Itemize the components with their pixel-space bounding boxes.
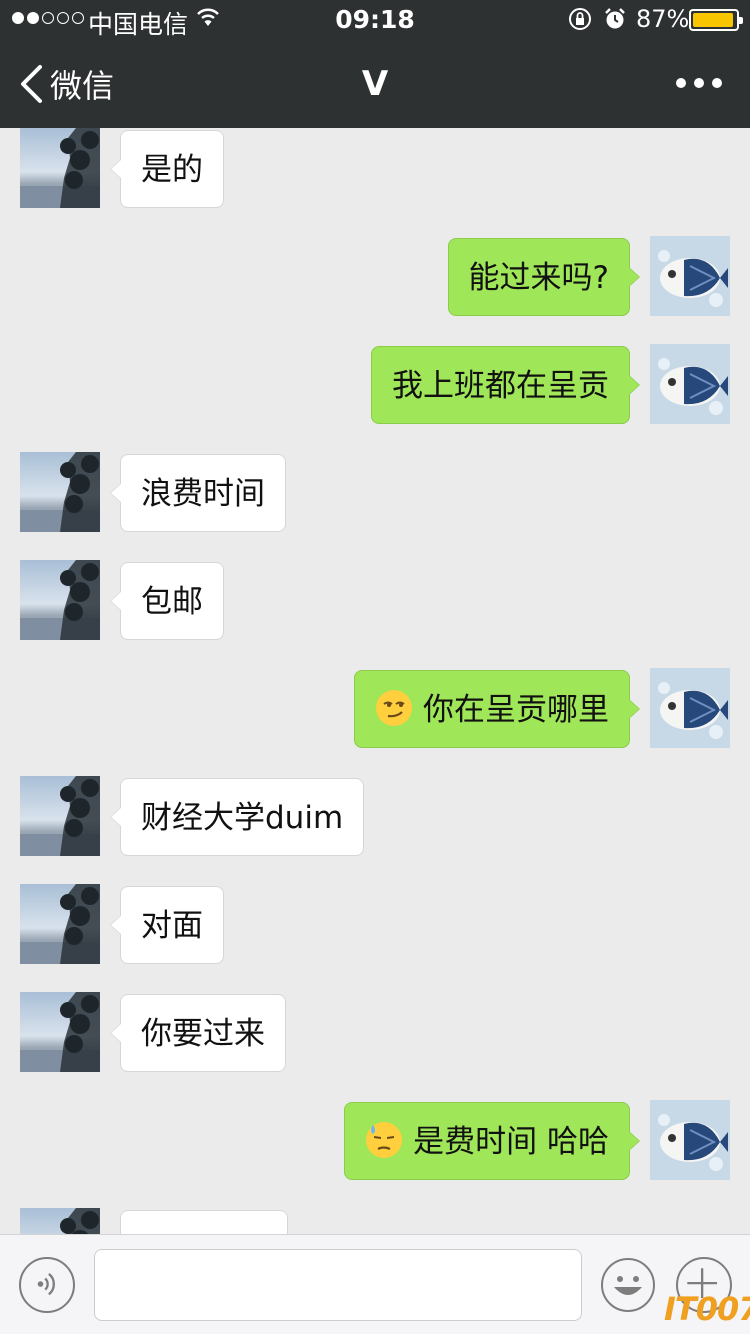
message-text: 你在呈贡哪里: [423, 692, 609, 728]
message-list[interactable]: 是的能过来吗? 我上班都在呈贡浪费时间包邮你在呈贡哪里财经大学duim 对面你要过来…: [0, 128, 750, 1234]
input-bar: [0, 1234, 750, 1334]
top-bar: 中国电信 09:18 87% 微信 V: [0, 0, 750, 128]
smirk-emoji-icon: [375, 678, 413, 726]
status-bar: 中国电信 09:18 87%: [0, 0, 750, 40]
sent-message[interactable]: 你在呈贡哪里: [354, 670, 640, 748]
received-message[interactable]: 浪费时间: [110, 454, 286, 532]
message-text: 是费时间 哈哈: [413, 1124, 609, 1160]
message-row: 是的: [0, 128, 750, 208]
watermark: IT007: [664, 1290, 750, 1328]
alarm-icon: [605, 8, 625, 29]
message-text: 财经大学duim: [141, 800, 344, 836]
battery-percent: 87%: [636, 5, 690, 33]
received-message[interactable]: 财经大学duim: [109, 778, 365, 856]
received-message[interactable]: [120, 1210, 288, 1234]
contact-avatar[interactable]: [20, 452, 100, 532]
contact-avatar[interactable]: [20, 776, 100, 856]
message-row: 能过来吗?: [0, 236, 750, 316]
message-row: 你在呈贡哪里: [0, 668, 750, 748]
sent-message[interactable]: 我上班都在呈贡: [371, 346, 640, 424]
message-input[interactable]: [94, 1249, 582, 1321]
more-options-button[interactable]: [676, 78, 722, 88]
message-text: 你要过来: [141, 1016, 265, 1052]
my-avatar[interactable]: [650, 236, 730, 316]
sweat-emoji-icon: [365, 1110, 403, 1158]
my-avatar[interactable]: [650, 344, 730, 424]
my-avatar[interactable]: [650, 1100, 730, 1180]
message-text: 是的: [141, 152, 203, 188]
received-message[interactable]: 你要过来: [110, 994, 286, 1072]
message-row: [0, 1208, 750, 1234]
contact-avatar[interactable]: [20, 884, 100, 964]
contact-avatar[interactable]: [20, 992, 100, 1072]
message-text: 对面: [141, 908, 203, 944]
message-text: 包邮: [141, 584, 203, 620]
contact-avatar[interactable]: [20, 560, 100, 640]
received-message[interactable]: 是的: [110, 130, 224, 208]
battery-icon: [689, 9, 743, 31]
voice-input-button[interactable]: [19, 1257, 75, 1313]
contact-avatar[interactable]: [20, 1208, 100, 1234]
message-text: 浪费时间: [141, 476, 265, 512]
my-avatar[interactable]: [650, 668, 730, 748]
message-text: 能过来吗?: [468, 260, 609, 296]
more-dots-icon: [676, 78, 686, 88]
sent-message[interactable]: 是费时间 哈哈: [344, 1102, 640, 1180]
rotation-lock-icon: [569, 8, 591, 30]
emoji-button[interactable]: [600, 1257, 656, 1313]
message-text: 我上班都在呈贡: [392, 368, 609, 404]
contact-avatar[interactable]: [20, 128, 100, 208]
message-row: 是费时间 哈哈: [0, 1100, 750, 1180]
received-message[interactable]: 包邮: [110, 562, 224, 640]
message-row: 包邮: [0, 560, 750, 640]
message-row: 我上班都在呈贡: [0, 344, 750, 424]
sent-message[interactable]: 能过来吗?: [447, 238, 641, 316]
voice-icon: [37, 1272, 55, 1296]
message-row: 你要过来: [0, 992, 750, 1072]
message-row: 财经大学duim: [0, 776, 750, 856]
chat-title: V: [361, 64, 389, 104]
received-message[interactable]: 对面: [110, 886, 224, 964]
message-row: 对面: [0, 884, 750, 964]
message-row: 浪费时间: [0, 452, 750, 532]
